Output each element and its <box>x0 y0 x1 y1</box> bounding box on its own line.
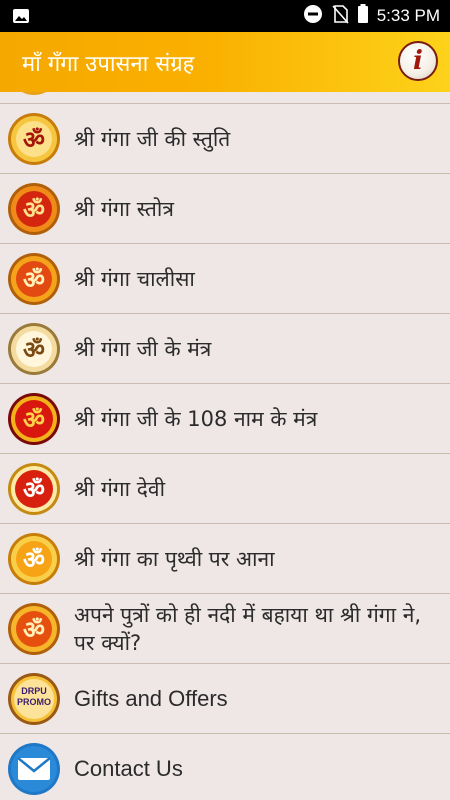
list-item-ganga-mantra[interactable]: ॐ श्री गंगा जी के मंत्र <box>0 314 450 384</box>
drpu-promo-icon: DRPU PROMO <box>7 672 61 726</box>
app-bar: माँ गँगा उपासना संग्रह i <box>0 32 450 92</box>
om-icon: ॐ <box>7 602 61 656</box>
om-icon: ॐ <box>7 532 61 586</box>
svg-text:ॐ: ॐ <box>23 546 45 574</box>
svg-text:ॐ: ॐ <box>23 616 45 644</box>
om-icon <box>7 92 61 96</box>
item-label: श्री गंगा स्तोत्र <box>74 196 174 221</box>
list-item-ganga-prithvi[interactable]: ॐ श्री गंगा का पृथ्वी पर आना <box>0 524 450 594</box>
item-label: श्री गंगा का पृथ्वी पर आना <box>74 546 275 571</box>
list-item-ganga-putra[interactable]: ॐ अपने पुत्रों को ही नदी में बहाया था श्… <box>0 594 450 664</box>
om-icon: ॐ <box>7 322 61 376</box>
info-icon: i <box>413 46 423 76</box>
battery-icon <box>357 4 369 28</box>
om-icon: ॐ <box>7 392 61 446</box>
svg-text:ॐ: ॐ <box>23 266 45 294</box>
svg-text:ॐ: ॐ <box>23 126 45 154</box>
list-item-ganga-devi[interactable]: ॐ श्री गंगा देवी <box>0 454 450 524</box>
om-icon: ॐ <box>7 112 61 166</box>
om-icon: ॐ <box>7 252 61 306</box>
info-button[interactable]: i <box>398 41 438 81</box>
promo-badge-text: DRPU PROMO <box>16 686 51 707</box>
list-item-contact-us[interactable]: Contact Us <box>0 734 450 800</box>
status-bar: 5:33 PM <box>0 0 450 32</box>
menu-list: ॐ श्री गंगा जी की स्तुति ॐ श्री गंगा स्त… <box>0 92 450 800</box>
item-label: श्री गंगा देवी <box>74 476 166 501</box>
svg-text:ॐ: ॐ <box>23 336 45 364</box>
item-label: श्री गंगा चालीसा <box>74 266 195 291</box>
dnd-icon <box>303 4 323 28</box>
item-label: श्री गंगा जी की स्तुति <box>74 126 231 151</box>
mail-icon <box>7 742 61 796</box>
om-icon: ॐ <box>7 182 61 236</box>
list-item-ganga-stotra[interactable]: ॐ श्री गंगा स्तोत्र <box>0 174 450 244</box>
svg-text:ॐ: ॐ <box>23 406 45 434</box>
svg-text:ॐ: ॐ <box>23 476 45 504</box>
item-label: श्री गंगा जी के मंत्र <box>74 336 212 361</box>
item-label: Contact Us <box>74 755 183 781</box>
list-item-ganga-stuti[interactable]: ॐ श्री गंगा जी की स्तुति <box>0 104 450 174</box>
item-label: अपने पुत्रों को ही नदी में बहाया था श्री… <box>74 602 422 655</box>
list-item-ganga-108-naam[interactable]: ॐ श्री गंगा जी के 108 नाम के मंत्र <box>0 384 450 454</box>
item-label: Gifts and Offers <box>74 685 228 711</box>
no-sim-icon <box>331 4 349 28</box>
om-icon: ॐ <box>7 462 61 516</box>
svg-text:ॐ: ॐ <box>23 196 45 224</box>
item-label: श्री गंगा जी के 108 नाम के मंत्र <box>74 406 318 431</box>
list-item-partial[interactable] <box>0 92 450 104</box>
app-title: माँ गँगा उपासना संग्रह <box>22 52 195 77</box>
list-item-gifts-offers[interactable]: DRPU PROMO Gifts and Offers <box>0 664 450 734</box>
list-item-ganga-chalisa[interactable]: ॐ श्री गंगा चालीसा <box>0 244 450 314</box>
gallery-icon <box>12 8 30 28</box>
status-time: 5:33 PM <box>376 6 440 25</box>
